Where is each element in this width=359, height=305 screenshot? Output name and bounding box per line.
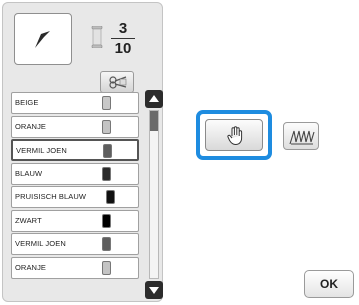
color-counter: 3 10 xyxy=(91,20,135,60)
scrollbar-track[interactable] xyxy=(149,110,159,279)
thread-list-item[interactable]: ORANJE xyxy=(11,256,139,279)
thread-list-item[interactable]: VERMIL JOEN xyxy=(11,233,139,255)
thread-color-label: ORANJE xyxy=(15,262,47,272)
thread-color-swatch xyxy=(102,260,111,275)
stitch-icon xyxy=(289,130,315,145)
thread-cut-icon xyxy=(109,76,127,89)
current-thread-number: 3 xyxy=(118,20,128,37)
thread-list-item[interactable]: BLAUW xyxy=(11,162,139,185)
thread-color-label: VERMIL JOEN xyxy=(15,239,66,248)
pattern-preview xyxy=(14,13,72,65)
thread-color-label: BEIGE xyxy=(15,98,39,107)
thread-color-label: ORANJE xyxy=(15,121,47,131)
thread-list-item[interactable]: ZWART xyxy=(11,209,139,232)
thread-cut-button[interactable] xyxy=(100,71,134,93)
thread-color-swatch xyxy=(103,144,112,158)
hand-button[interactable] xyxy=(205,119,263,151)
thread-color-swatch xyxy=(102,119,111,134)
fraction-bar xyxy=(111,38,135,39)
stitch-button[interactable] xyxy=(283,122,319,150)
thread-color-label: PRUISISCH BLAUW xyxy=(15,192,87,201)
thread-color-swatch xyxy=(102,237,111,251)
thread-panel: 3 10 BEIGE ORANJE VERMIL JOEN BLAUW PRUISISC… xyxy=(2,2,163,302)
thread-color-label: ZWART xyxy=(15,215,42,225)
thread-color-swatch xyxy=(102,213,111,228)
thread-list-item[interactable]: BEIGE xyxy=(11,92,139,114)
scroll-down-button[interactable] xyxy=(145,281,163,299)
pattern-preview-icon xyxy=(35,31,50,48)
thread-color-swatch xyxy=(102,96,111,110)
ok-button[interactable]: OK xyxy=(304,270,354,298)
total-thread-number: 10 xyxy=(114,40,132,57)
hand-icon xyxy=(227,126,243,145)
thread-color-swatch xyxy=(102,166,111,181)
thread-color-label: VERMIL JOEN xyxy=(16,146,67,155)
thread-list-item[interactable]: ORANJE xyxy=(11,115,139,138)
thread-color-label: BLAUW xyxy=(15,168,43,178)
thread-spool-icon xyxy=(91,26,103,48)
thread-counter: 3 10 xyxy=(111,20,135,57)
scroll-up-button[interactable] xyxy=(145,90,163,108)
thread-color-swatch xyxy=(106,190,115,204)
thread-list-item[interactable]: VERMIL JOEN xyxy=(11,139,139,161)
thread-list-item[interactable]: PRUISISCH BLAUW xyxy=(11,186,139,208)
scrollbar-thumb[interactable] xyxy=(150,111,158,131)
